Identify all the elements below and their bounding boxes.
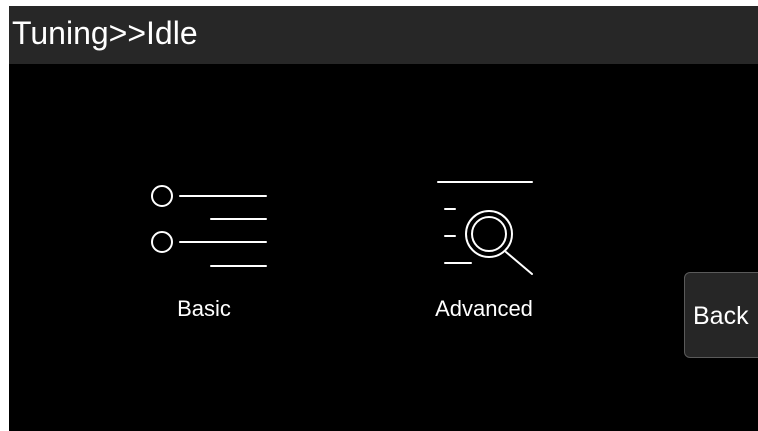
basic-tile[interactable]: Basic (129, 166, 279, 336)
page-title: Tuning>>Idle (12, 15, 198, 51)
back-button[interactable]: Back (684, 272, 758, 358)
advanced-label: Advanced (435, 296, 533, 321)
basic-label: Basic (177, 296, 231, 321)
search-list-icon (437, 181, 533, 275)
title-bar: Tuning>>Idle (9, 6, 758, 64)
list-options-icon (151, 185, 267, 267)
screen: Tuning>>Idle Basic Advanced Back (9, 6, 758, 431)
advanced-tile[interactable]: Advanced (409, 166, 559, 336)
back-label: Back (693, 302, 749, 330)
